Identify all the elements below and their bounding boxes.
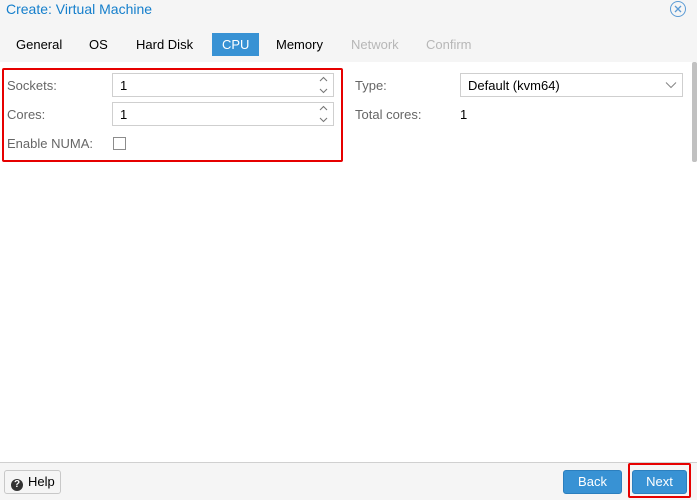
dialog-footer: ? Help Back Next xyxy=(0,462,697,500)
scrollbar[interactable] xyxy=(692,62,697,162)
dialog-title: Create: Virtual Machine xyxy=(6,1,153,17)
chevron-down-icon[interactable] xyxy=(319,117,328,123)
sockets-label: Sockets: xyxy=(7,78,57,93)
total-cores-label: Total cores: xyxy=(355,107,422,122)
wizard-tabbar: General OS Hard Disk CPU Memory Network … xyxy=(0,28,697,62)
help-icon: ? xyxy=(11,479,23,491)
close-button[interactable] xyxy=(670,1,686,17)
create-vm-dialog: Create: Virtual Machine General OS Hard … xyxy=(0,0,697,500)
cpu-type-select[interactable]: Default (kvm64) xyxy=(460,73,683,97)
sockets-value: 1 xyxy=(120,78,128,93)
cores-value: 1 xyxy=(120,107,128,122)
type-label: Type: xyxy=(355,78,387,93)
chevron-down-icon[interactable] xyxy=(665,81,677,89)
tab-confirm: Confirm xyxy=(426,37,472,52)
chevron-up-icon[interactable] xyxy=(319,105,328,111)
total-cores-value: 1 xyxy=(460,107,468,122)
close-icon xyxy=(674,5,682,13)
cores-stepper[interactable] xyxy=(317,105,329,123)
enable-numa-checkbox[interactable] xyxy=(113,137,126,150)
chevron-down-icon[interactable] xyxy=(319,88,328,94)
tab-cpu[interactable]: CPU xyxy=(212,33,260,56)
enable-numa-label: Enable NUMA: xyxy=(7,136,93,151)
sockets-stepper[interactable] xyxy=(317,76,329,94)
dialog-titlebar: Create: Virtual Machine xyxy=(0,0,697,28)
sockets-field[interactable]: 1 xyxy=(112,73,334,97)
cores-label: Cores: xyxy=(7,107,46,122)
tab-general[interactable]: General xyxy=(6,33,72,56)
cpu-type-value: Default (kvm64) xyxy=(468,78,560,93)
chevron-up-icon[interactable] xyxy=(319,76,328,82)
help-button[interactable]: ? Help xyxy=(4,470,61,494)
tab-memory[interactable]: Memory xyxy=(266,33,333,56)
back-button[interactable]: Back xyxy=(563,470,622,494)
cores-field[interactable]: 1 xyxy=(112,102,334,126)
cpu-panel: Sockets: 1 Cores: 1 Enable NUMA: Type: D… xyxy=(0,62,697,462)
scrollbar-thumb[interactable] xyxy=(692,62,697,162)
tab-hard-disk[interactable]: Hard Disk xyxy=(126,33,203,56)
tab-network: Network xyxy=(351,37,399,52)
tab-os[interactable]: OS xyxy=(79,33,118,56)
next-button[interactable]: Next xyxy=(632,470,687,494)
help-label: Help xyxy=(28,474,55,489)
